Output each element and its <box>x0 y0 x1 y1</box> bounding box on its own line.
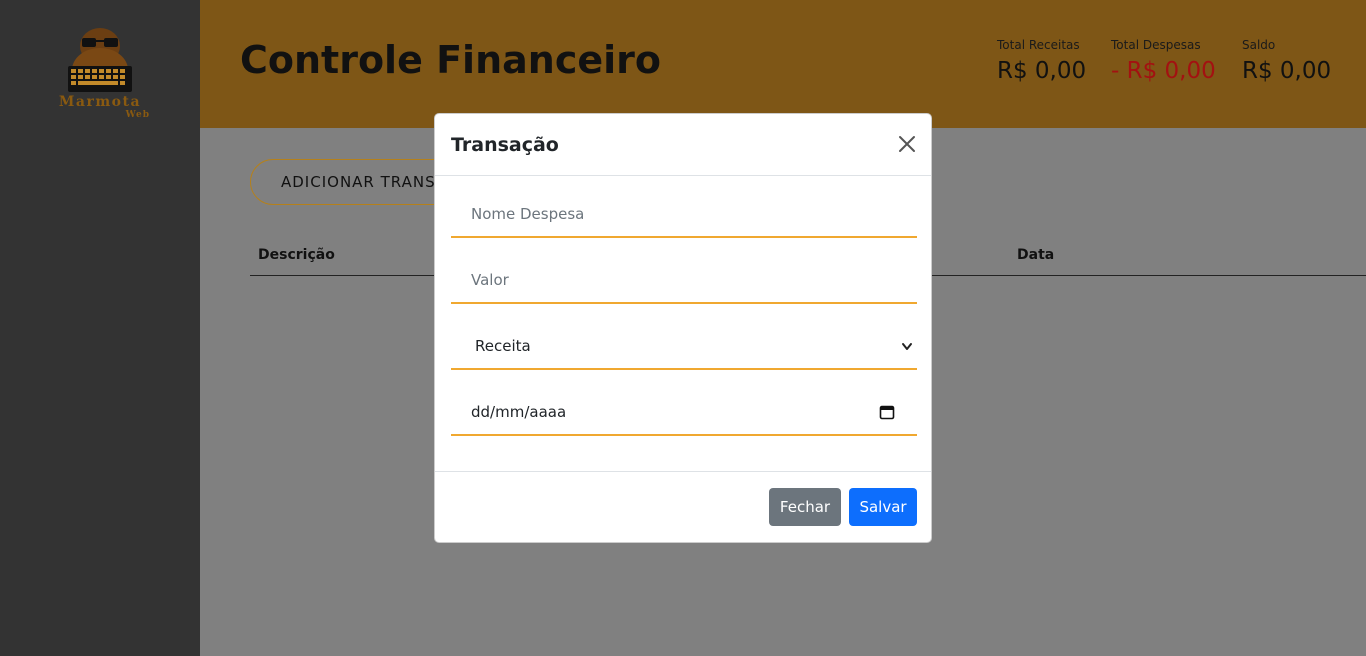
marmot-mascot-icon <box>68 28 132 92</box>
close-icon <box>899 136 915 152</box>
expense-name-input[interactable]: Nome Despesa <box>451 192 917 238</box>
sidebar: Marmota Web <box>0 0 200 656</box>
value-input[interactable]: Valor <box>451 258 917 304</box>
type-selected-value: Receita <box>475 337 531 355</box>
transaction-modal: Transação Nome Despesa Valor Receita dd/… <box>434 113 932 543</box>
type-select[interactable]: Receita <box>451 324 917 370</box>
total-despesas-label: Total Despesas <box>1111 38 1201 52</box>
modal-title: Transação <box>451 134 559 156</box>
brand-subtitle: Web <box>125 110 150 120</box>
total-despesas-value: - R$ 0,00 <box>1111 58 1216 84</box>
modal-body: Nome Despesa Valor Receita dd/mm/aaaa <box>435 176 931 472</box>
close-button[interactable]: Fechar <box>769 488 841 526</box>
total-despesas: Total Despesas - R$ 0,00 <box>1111 38 1216 84</box>
total-receitas: Total Receitas R$ 0,00 <box>997 38 1086 84</box>
expense-name-placeholder: Nome Despesa <box>471 205 585 223</box>
saldo-label: Saldo <box>1242 38 1276 52</box>
date-placeholder: dd/mm/aaaa <box>471 403 567 421</box>
total-receitas-value: R$ 0,00 <box>997 58 1087 84</box>
modal-footer: Fechar Salvar <box>435 472 931 542</box>
brand-name: Marmota <box>58 94 142 110</box>
value-placeholder: Valor <box>471 271 509 289</box>
calendar-icon[interactable] <box>879 404 895 420</box>
saldo-value: R$ 0,00 <box>1242 58 1332 84</box>
column-header-descricao: Descrição <box>258 247 335 263</box>
save-button[interactable]: Salvar <box>849 488 917 526</box>
date-input[interactable]: dd/mm/aaaa <box>451 390 917 436</box>
page-title: Controle Financeiro <box>240 38 661 82</box>
column-header-data: Data <box>1017 247 1055 263</box>
total-receitas-label: Total Receitas <box>997 38 1080 52</box>
logo: Marmota Web <box>46 24 154 124</box>
saldo: Saldo R$ 0,00 <box>1242 38 1331 84</box>
header: Controle Financeiro Total Receitas R$ 0,… <box>200 0 1366 128</box>
chevron-down-icon <box>902 343 912 350</box>
modal-header: Transação <box>435 114 931 176</box>
modal-close-button[interactable] <box>895 132 919 156</box>
